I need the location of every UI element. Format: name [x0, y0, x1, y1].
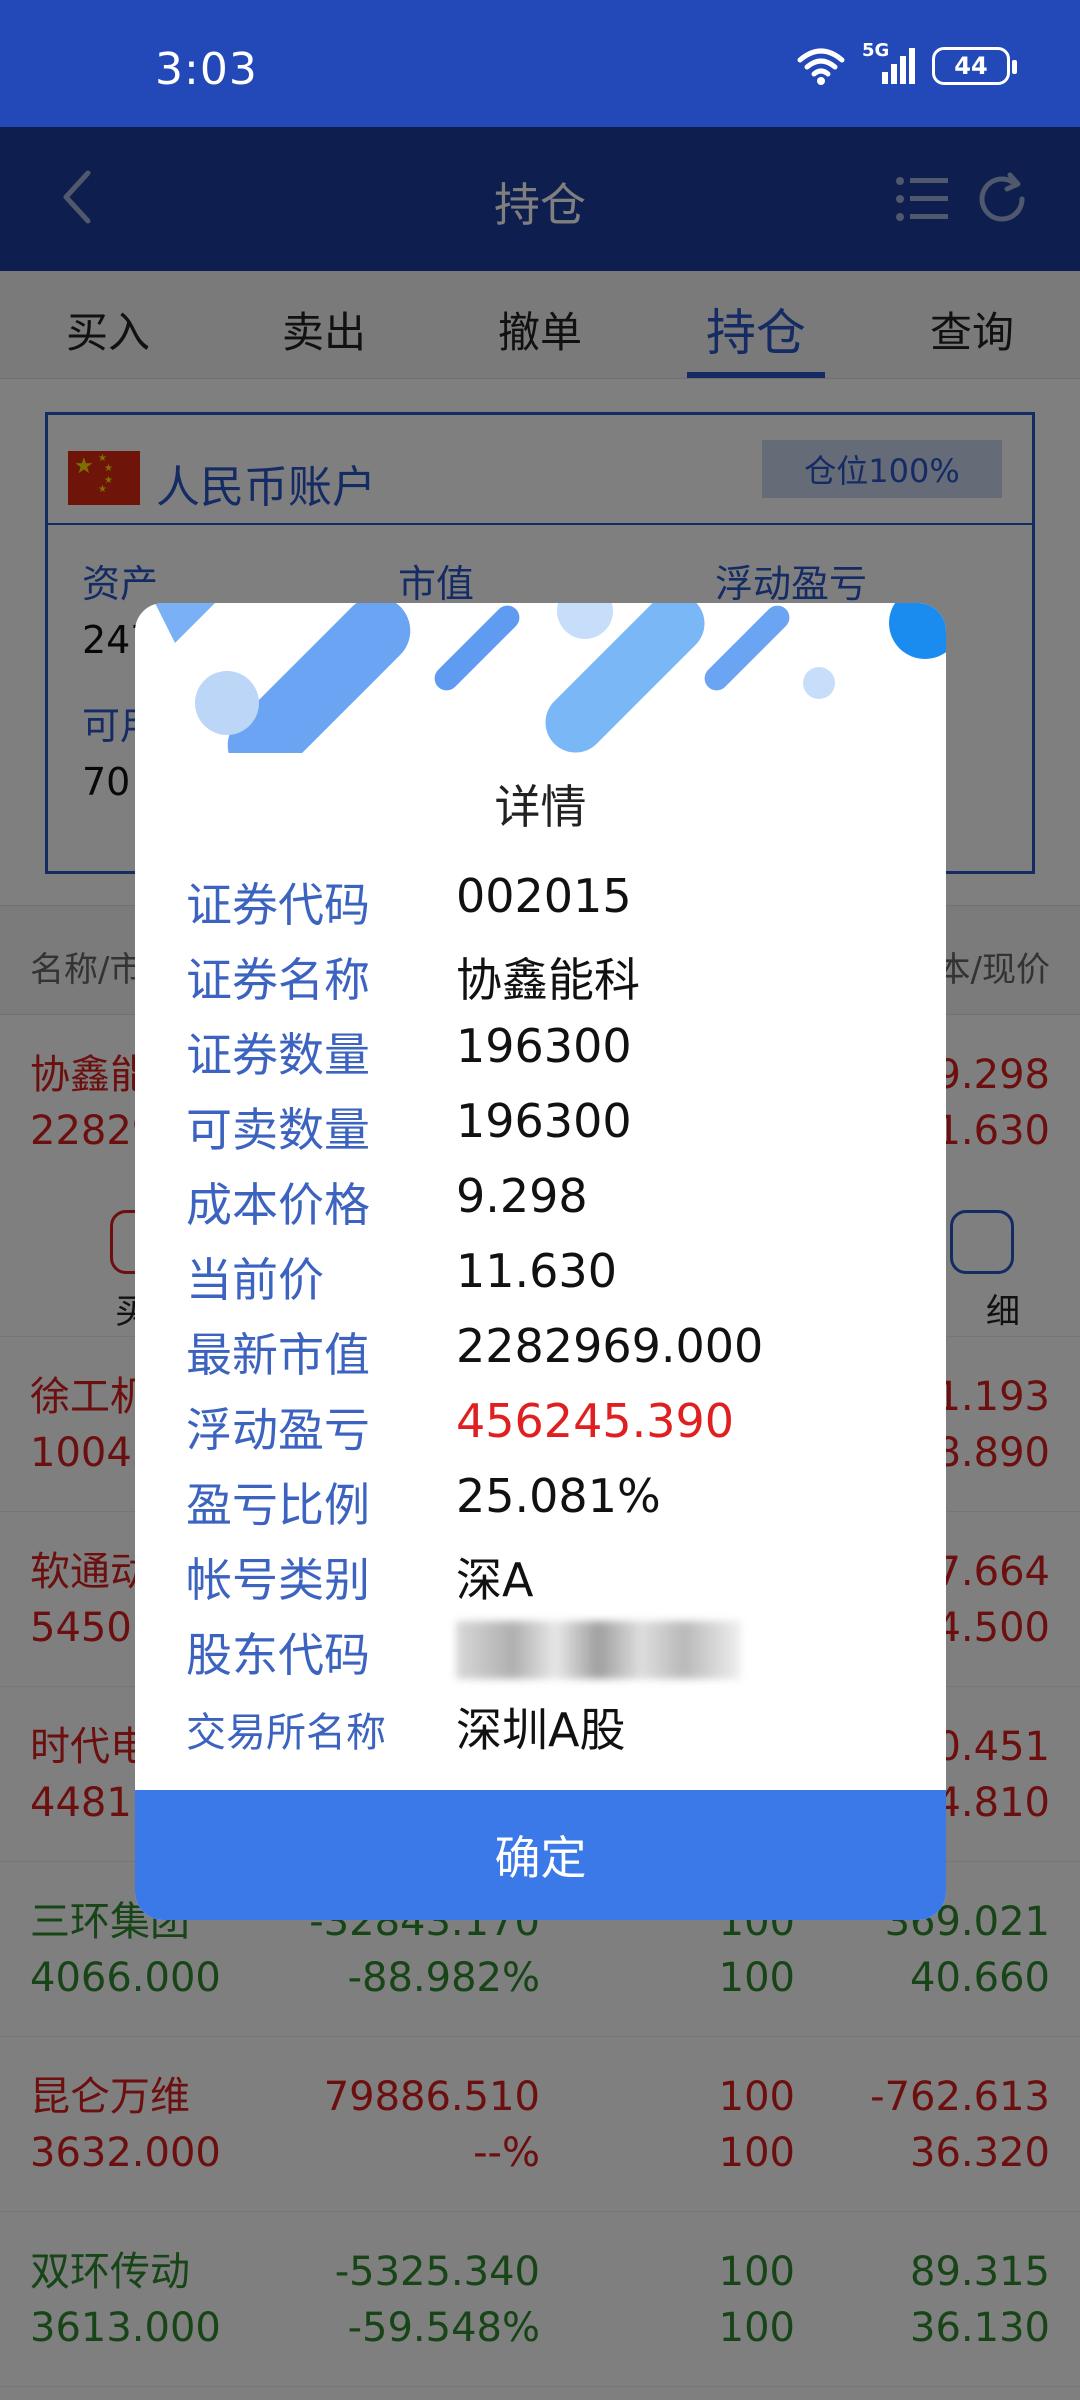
- detail-label: 证券名称: [186, 953, 370, 1007]
- detail-row-sellable-quantity: 可卖数量 196300: [186, 1094, 906, 1164]
- detail-label: 最新市值: [186, 1328, 370, 1382]
- detail-label: 浮动盈亏: [186, 1403, 370, 1457]
- detail-label: 证券数量: [186, 1028, 370, 1082]
- detail-value: 深圳A股: [456, 1703, 626, 1757]
- detail-label: 当前价: [186, 1253, 324, 1307]
- detail-row-market-value: 最新市值 2282969.000: [186, 1319, 906, 1389]
- detail-value-redacted: [456, 1619, 741, 1679]
- detail-value: 11.630: [456, 1244, 617, 1298]
- detail-value: 深A: [456, 1553, 534, 1607]
- detail-row-current-price: 当前价 11.630: [186, 1244, 906, 1314]
- detail-value: 协鑫能科: [456, 953, 640, 1007]
- detail-value: 196300: [456, 1019, 632, 1073]
- system-icons: 5G 44: [796, 40, 1017, 86]
- network-type: 5G: [862, 40, 890, 61]
- detail-value: 2282969.000: [456, 1319, 764, 1373]
- detail-label: 成本价格: [186, 1178, 370, 1232]
- detail-label: 盈亏比例: [186, 1478, 370, 1532]
- battery-level: 44: [954, 52, 988, 80]
- detail-row-cost-price: 成本价格 9.298: [186, 1169, 906, 1239]
- detail-row-security-code: 证券代码 002015: [186, 869, 906, 939]
- detail-value: 196300: [456, 1094, 632, 1148]
- detail-row-exchange-name: 交易所名称 深圳A股: [186, 1694, 906, 1764]
- dialog-title: 详情: [494, 780, 587, 834]
- detail-label: 证券代码: [186, 878, 370, 932]
- detail-label: 帐号类别: [186, 1553, 370, 1607]
- wifi-icon: [797, 48, 845, 85]
- confirm-button[interactable]: 确定: [135, 1790, 946, 1920]
- signal-icon: 5G: [862, 40, 916, 86]
- battery-icon: 44: [932, 47, 1017, 85]
- dialog-header-decoration: [155, 603, 946, 753]
- detail-label: 交易所名称: [186, 1710, 386, 1756]
- detail-value: 25.081%: [456, 1469, 661, 1523]
- redacted-blur: [456, 1620, 741, 1679]
- detail-label: 可卖数量: [186, 1103, 370, 1157]
- detail-row-shareholder-code: 股东代码: [186, 1619, 906, 1689]
- status-time: 3:03: [155, 44, 258, 95]
- detail-value: 002015: [456, 869, 632, 923]
- detail-dialog: 详情 证券代码 002015 证券名称 协鑫能科 证券数量 196300 可卖数…: [135, 603, 946, 1920]
- detail-value: 9.298: [456, 1169, 588, 1223]
- detail-label: 股东代码: [186, 1628, 370, 1682]
- detail-row-account-type: 帐号类别 深A: [186, 1544, 906, 1614]
- detail-row-floating-pl: 浮动盈亏 456245.390: [186, 1394, 906, 1464]
- status-bar: 3:03 5G 44: [0, 0, 1080, 127]
- detail-value-floating-pl: 456245.390: [456, 1394, 735, 1448]
- detail-row-pl-ratio: 盈亏比例 25.081%: [186, 1469, 906, 1539]
- detail-row-quantity: 证券数量 196300: [186, 1019, 906, 1089]
- detail-row-security-name: 证券名称 协鑫能科: [186, 944, 906, 1014]
